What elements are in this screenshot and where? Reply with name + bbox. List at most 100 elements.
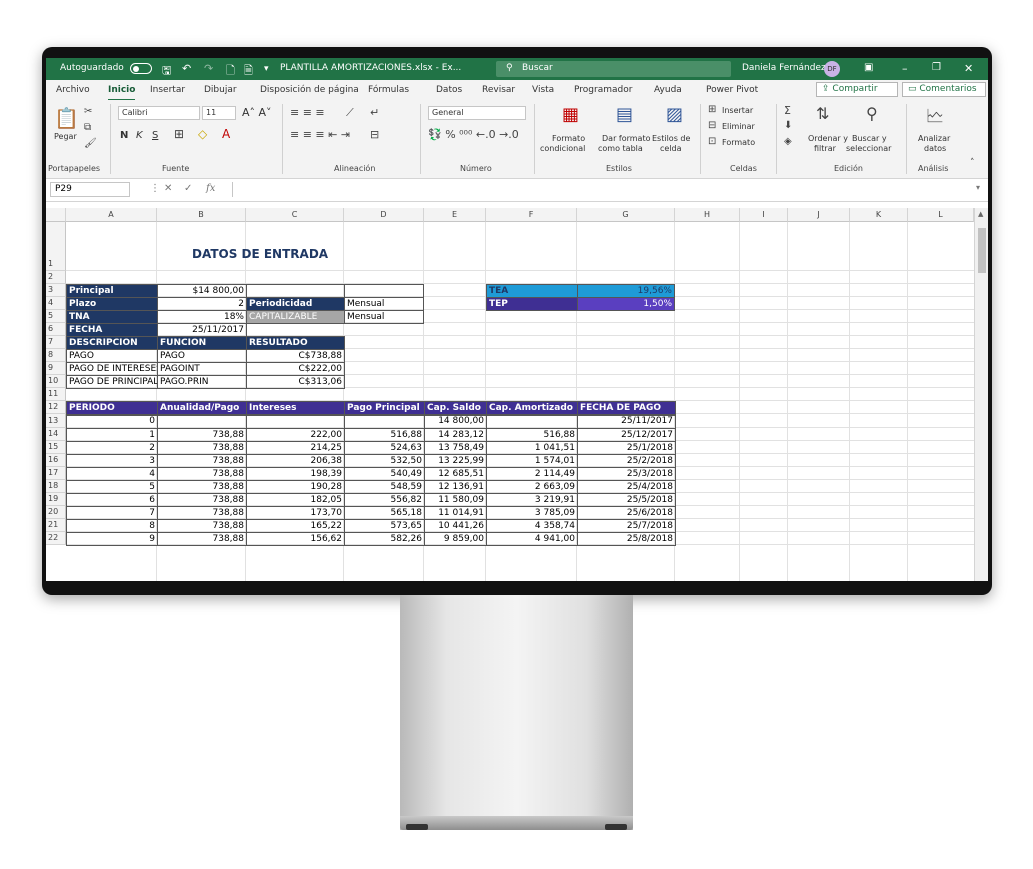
column-header[interactable]: K (850, 208, 908, 222)
paste-label[interactable]: Pegar (54, 132, 77, 141)
autosum-icon[interactable]: Σ (784, 104, 791, 117)
column-header[interactable]: B (157, 208, 246, 222)
tab-programador[interactable]: Programador (574, 85, 632, 95)
row-header[interactable]: 4 (46, 297, 66, 310)
amort-table-cell[interactable]: 190,28 (246, 480, 345, 494)
ribbon-display-icon[interactable]: ▣ (864, 62, 873, 73)
column-header[interactable]: F (486, 208, 577, 222)
redo-icon[interactable]: ↷ (204, 62, 213, 75)
function-table-cell[interactable]: PAGO (157, 349, 247, 363)
principal-label[interactable]: Principal (66, 284, 158, 298)
amort-table-cell[interactable]: 516,88 (486, 428, 578, 442)
enter-icon[interactable]: ✓ (184, 183, 192, 194)
row-header[interactable]: 9 (46, 362, 66, 375)
amort-table-cell[interactable]: 25/6/2018 (577, 506, 676, 520)
amort-table-cell[interactable]: 25/5/2018 (577, 493, 676, 507)
tab-insertar[interactable]: Insertar (150, 85, 185, 95)
amort-table-cell[interactable]: 13 225,99 (424, 454, 487, 468)
function-table-cell[interactable]: PAGO DE INTERESES (66, 362, 158, 376)
grow-font-icon[interactable]: A˄ A˅ (242, 106, 272, 119)
amort-table-cell[interactable]: 3 219,91 (486, 493, 578, 507)
amort-table-cell[interactable]: 1 574,01 (486, 454, 578, 468)
amort-table-cell[interactable]: 738,88 (157, 480, 247, 494)
amort-table-cell[interactable]: 14 800,00 (424, 414, 487, 429)
amort-table-cell[interactable]: 532,50 (344, 454, 425, 468)
amort-table-cell[interactable]: 738,88 (157, 519, 247, 533)
tea-label[interactable]: TEA (486, 284, 578, 298)
amort-table-cell[interactable]: 13 758,49 (424, 441, 487, 455)
sort-filter-label[interactable]: Ordenar y (808, 134, 848, 143)
row-header[interactable]: 17 (46, 467, 66, 480)
tab-formulas[interactable]: Fórmulas (368, 85, 409, 95)
format-table-label[interactable]: Dar formato (602, 134, 650, 143)
function-table-cell[interactable]: PAGO.PRIN (157, 375, 247, 389)
fecha-value[interactable]: 25/11/2017 (157, 323, 247, 337)
number-format-select[interactable]: General (428, 106, 526, 120)
cell-styles-label[interactable]: Estilos de (652, 134, 690, 143)
amort-table-cell[interactable]: 2 (66, 441, 158, 455)
tab-archivo[interactable]: Archivo (56, 85, 90, 95)
column-header[interactable]: D (344, 208, 424, 222)
amort-table-cell[interactable]: 25/4/2018 (577, 480, 676, 494)
capitalizable-value[interactable]: Mensual (344, 310, 424, 324)
find-select-label-2[interactable]: seleccionar (846, 144, 891, 153)
conditional-format-label-2[interactable]: condicional (540, 144, 585, 153)
amort-table-cell[interactable]: 7 (66, 506, 158, 520)
cell-styles-label-2[interactable]: celda (660, 144, 682, 153)
row-header[interactable]: 18 (46, 480, 66, 493)
delete-cells-label[interactable]: Eliminar (722, 122, 755, 131)
amort-table-cell[interactable]: 12 136,91 (424, 480, 487, 494)
amort-table-cell[interactable]: 25/11/2017 (577, 414, 676, 429)
row-header[interactable]: 12 (46, 401, 66, 414)
periodicidad-label[interactable]: Periodicidad (246, 297, 345, 311)
column-header[interactable]: I (740, 208, 788, 222)
amort-table-cell[interactable]: 738,88 (157, 467, 247, 481)
amort-table-cell[interactable]: 214,25 (246, 441, 345, 455)
align-top-icon[interactable]: ≡ ≡ ≡ (290, 106, 325, 119)
amort-table-cell[interactable] (157, 414, 247, 429)
amort-table-cell[interactable]: 2 663,09 (486, 480, 578, 494)
amort-table-cell[interactable]: 206,38 (246, 454, 345, 468)
tep-value[interactable]: 1,50% (577, 297, 675, 311)
column-header[interactable]: H (675, 208, 740, 222)
principal-value[interactable]: $14 800,00 (157, 284, 247, 298)
avatar[interactable]: DF (824, 61, 840, 77)
amort-table-cell[interactable]: 6 (66, 493, 158, 507)
amort-table-cell[interactable]: 4 358,74 (486, 519, 578, 533)
column-header[interactable]: J (788, 208, 850, 222)
amort-table-cell[interactable]: 582,26 (344, 532, 425, 546)
function-table-cell[interactable]: PAGO DE PRINCIPAL (66, 375, 158, 389)
column-header[interactable]: C (246, 208, 344, 222)
amort-table-cell[interactable]: 14 283,12 (424, 428, 487, 442)
row-header[interactable]: 21 (46, 519, 66, 532)
periodicidad-value[interactable]: Mensual (344, 297, 424, 311)
amort-table-cell[interactable]: 25/3/2018 (577, 467, 676, 481)
font-size-select[interactable]: 11 (202, 106, 236, 120)
row-header[interactable]: 13 (46, 414, 66, 428)
insert-function-icon[interactable]: fx (206, 183, 215, 194)
tab-ayuda[interactable]: Ayuda (654, 85, 682, 95)
amort-table-cell[interactable]: 10 441,26 (424, 519, 487, 533)
row-header[interactable]: 2 (46, 271, 66, 284)
new-file-icon[interactable]: 🗋 (226, 62, 235, 81)
column-header[interactable]: E (424, 208, 486, 222)
column-header[interactable]: G (577, 208, 675, 222)
amort-table-cell[interactable]: 524,63 (344, 441, 425, 455)
amort-table-cell[interactable]: 540,49 (344, 467, 425, 481)
amort-table-cell[interactable]: 1 041,51 (486, 441, 578, 455)
cell-styles-icon[interactable]: ▨ (666, 104, 683, 125)
tep-label[interactable]: TEP (486, 297, 578, 311)
font-color-icon[interactable]: A (222, 127, 230, 141)
delete-cells-icon[interactable]: ⊟ (708, 120, 716, 131)
amort-table-cell[interactable]: 9 (66, 532, 158, 546)
autosave-toggle[interactable] (130, 63, 152, 74)
amort-table-cell[interactable]: 4 (66, 467, 158, 481)
undo-icon[interactable]: ↶ (182, 62, 191, 75)
share-button[interactable]: ⇪ Compartir (816, 82, 898, 97)
amort-table-cell[interactable]: 12 685,51 (424, 467, 487, 481)
amort-table-cell[interactable]: 222,00 (246, 428, 345, 442)
amort-table-cell[interactable]: 182,05 (246, 493, 345, 507)
tab-revisar[interactable]: Revisar (482, 85, 515, 95)
scroll-thumb[interactable] (978, 228, 986, 273)
row-header[interactable]: 22 (46, 532, 66, 545)
